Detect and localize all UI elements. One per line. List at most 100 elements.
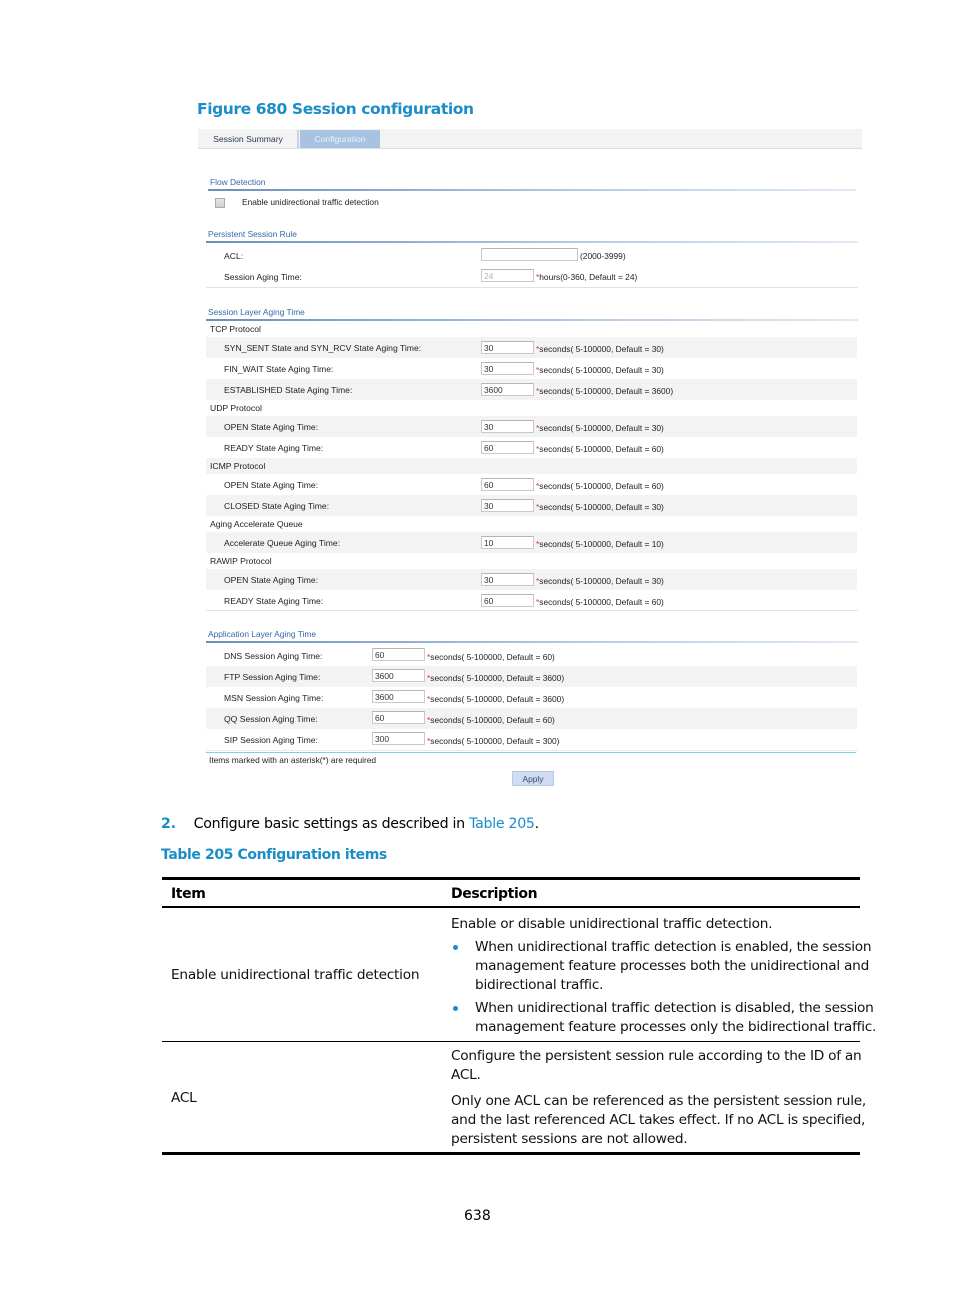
aging-time-input[interactable]: 30	[481, 341, 534, 354]
app-aging-time-row: DNS Session Aging Time: 60 *seconds( 5-100…	[206, 645, 857, 666]
field-label: ESTABLISHED State Aging Time:	[224, 384, 353, 395]
tab-configuration[interactable]: Configuration	[300, 130, 380, 148]
step-instruction: 2. Configure basic settings as described …	[161, 816, 539, 832]
figure-title: Figure 680 Session configuration	[197, 100, 474, 118]
protocol-group-header: Aging Accelerate Queue	[206, 516, 857, 532]
aging-time-input[interactable]: 60	[481, 594, 534, 607]
app-aging-time-row: MSN Session Aging Time: 3600 *seconds( 5-1…	[206, 687, 857, 708]
table-bottom-rule	[162, 1152, 860, 1155]
table-top-rule	[162, 877, 860, 880]
protocol-group-header: UDP Protocol	[206, 400, 857, 416]
range-hint: *seconds( 5-100000, Default = 3600)	[427, 673, 565, 683]
table-title: Table 205 Configuration items	[161, 847, 387, 863]
aging-time-row: SYN_SENT State and SYN_RCV State Aging T…	[206, 337, 857, 358]
aging-time-input[interactable]: 30	[481, 420, 534, 433]
app-aging-time-row: SIP Session Aging Time: 300 *seconds( 5-10…	[206, 729, 857, 750]
checkbox-label: Enable unidirectional traffic detection	[242, 197, 379, 207]
section-divider	[208, 189, 856, 191]
aging-time-input[interactable]: 3600	[481, 383, 534, 396]
field-label: MSN Session Aging Time:	[224, 692, 324, 703]
table-link[interactable]: Table 205	[469, 816, 535, 832]
range-hint: *seconds( 5-100000, Default = 30)	[536, 344, 664, 354]
range-hint: *seconds( 5-100000, Default = 300)	[427, 736, 560, 746]
range-hint: *seconds( 5-100000, Default = 30)	[536, 423, 664, 433]
item-cell: ACL	[171, 1090, 197, 1106]
apply-button[interactable]: Apply	[512, 771, 554, 786]
field-label: OPEN State Aging Time:	[224, 479, 319, 490]
aging-time-input[interactable]: 60	[481, 478, 534, 491]
acl-row: ACL: (2000-3999)	[206, 245, 857, 266]
section-title-persistent-rule: Persistent Session Rule	[208, 229, 297, 239]
range-hint: *seconds( 5-100000, Default = 30)	[536, 576, 664, 586]
header-rule	[162, 906, 860, 908]
field-label: OPEN State Aging Time:	[224, 574, 319, 585]
field-label: SYN_SENT State and SYN_RCV State Aging T…	[224, 342, 422, 353]
description-intro: Enable or disable unidirectional traffic…	[451, 916, 773, 932]
protocol-group-header: ICMP Protocol	[206, 458, 857, 474]
description-bullet: When unidirectional traffic detection is…	[475, 939, 872, 993]
session-aging-hint: *hours(0-360, Default = 24)	[536, 272, 638, 282]
range-hint: *seconds( 5-100000, Default = 60)	[536, 597, 664, 607]
aging-time-input[interactable]: 30	[481, 573, 534, 586]
description-paragraph: Configure the persistent session rule ac…	[451, 1048, 862, 1083]
protocol-group-header: TCP Protocol	[206, 321, 857, 337]
range-hint: *seconds( 5-100000, Default = 60)	[427, 652, 555, 662]
aging-time-row: Accelerate Queue Aging Time: 10 *seconds( …	[206, 532, 857, 553]
aging-time-input[interactable]: 30	[481, 499, 534, 512]
section-bottom-divider	[206, 287, 858, 288]
unidirectional-detection-checkbox[interactable]	[215, 198, 225, 208]
range-hint: *seconds( 5-100000, Default = 30)	[536, 502, 664, 512]
field-label: Accelerate Queue Aging Time:	[224, 537, 341, 548]
column-header-item: Item	[171, 886, 206, 902]
item-cell: Enable unidirectional traffic detection	[171, 967, 420, 983]
aging-time-row: CLOSED State Aging Time: 30 *seconds( 5-10…	[206, 495, 857, 516]
range-hint: *seconds( 5-100000, Default = 30)	[536, 365, 664, 375]
column-header-description: Description	[451, 886, 538, 902]
step-number: 2.	[161, 816, 176, 832]
acl-label: ACL:	[224, 250, 244, 261]
field-label: READY State Aging Time:	[224, 595, 324, 606]
bullet-icon	[453, 945, 458, 950]
required-note: Items marked with an asterisk(*) are req…	[209, 755, 377, 765]
range-hint: *seconds( 5-100000, Default = 3600)	[536, 386, 674, 396]
protocol-group-header: RAWIP Protocol	[206, 553, 857, 569]
session-aging-label: Session Aging Time:	[224, 271, 302, 282]
app-aging-time-input[interactable]: 3600	[372, 690, 425, 703]
field-label: READY State Aging Time:	[224, 442, 324, 453]
app-aging-time-input[interactable]: 300	[372, 732, 425, 745]
section-divider	[206, 641, 858, 643]
aging-time-row: OPEN State Aging Time: 60 *seconds( 5-1000…	[206, 474, 857, 495]
field-label: QQ Session Aging Time:	[224, 713, 318, 724]
aging-time-input[interactable]: 10	[481, 536, 534, 549]
app-aging-time-input[interactable]: 3600	[372, 669, 425, 682]
section-title-app-layer: Application Layer Aging Time	[208, 629, 317, 639]
field-label: FIN_WAIT State Aging Time:	[224, 363, 334, 374]
section-bottom-divider	[206, 610, 858, 611]
range-hint: *seconds( 5-100000, Default = 10)	[536, 539, 664, 549]
field-label: OPEN State Aging Time:	[224, 421, 319, 432]
app-aging-time-input[interactable]: 60	[372, 711, 425, 724]
app-aging-time-input[interactable]: 60	[372, 648, 425, 661]
aging-time-input[interactable]: 60	[481, 441, 534, 454]
field-label: SIP Session Aging Time:	[224, 734, 318, 745]
aging-time-row: ESTABLISHED State Aging Time: 3600 *second…	[206, 379, 857, 400]
app-aging-time-row: QQ Session Aging Time: 60 *seconds( 5-1000…	[206, 708, 857, 729]
aging-time-input[interactable]: 30	[481, 362, 534, 375]
description-bullet: When unidirectional traffic detection is…	[475, 1000, 877, 1035]
range-hint: *seconds( 5-100000, Default = 3600)	[427, 694, 565, 704]
section-divider	[206, 241, 858, 243]
tab-session-summary[interactable]: Session Summary	[199, 130, 299, 148]
acl-input[interactable]	[481, 248, 578, 261]
aging-time-row: FIN_WAIT State Aging Time: 30 *seconds( 5-…	[206, 358, 857, 379]
group-label: Aging Accelerate Queue	[210, 519, 303, 529]
field-label: FTP Session Aging Time:	[224, 671, 321, 682]
range-hint: *seconds( 5-100000, Default = 60)	[427, 715, 555, 725]
aging-time-row: READY State Aging Time: 60 *seconds( 5-100…	[206, 590, 857, 611]
session-aging-row: Session Aging Time: 24 *hours(0-360, Def…	[206, 266, 857, 287]
row-divider	[162, 1041, 860, 1042]
group-label: ICMP Protocol	[210, 461, 266, 471]
acl-range-hint: (2000-3999)	[580, 251, 626, 261]
footer-divider	[206, 752, 856, 753]
session-aging-input[interactable]: 24	[481, 269, 534, 282]
aging-time-row: READY State Aging Time: 60 *seconds( 5-100…	[206, 437, 857, 458]
